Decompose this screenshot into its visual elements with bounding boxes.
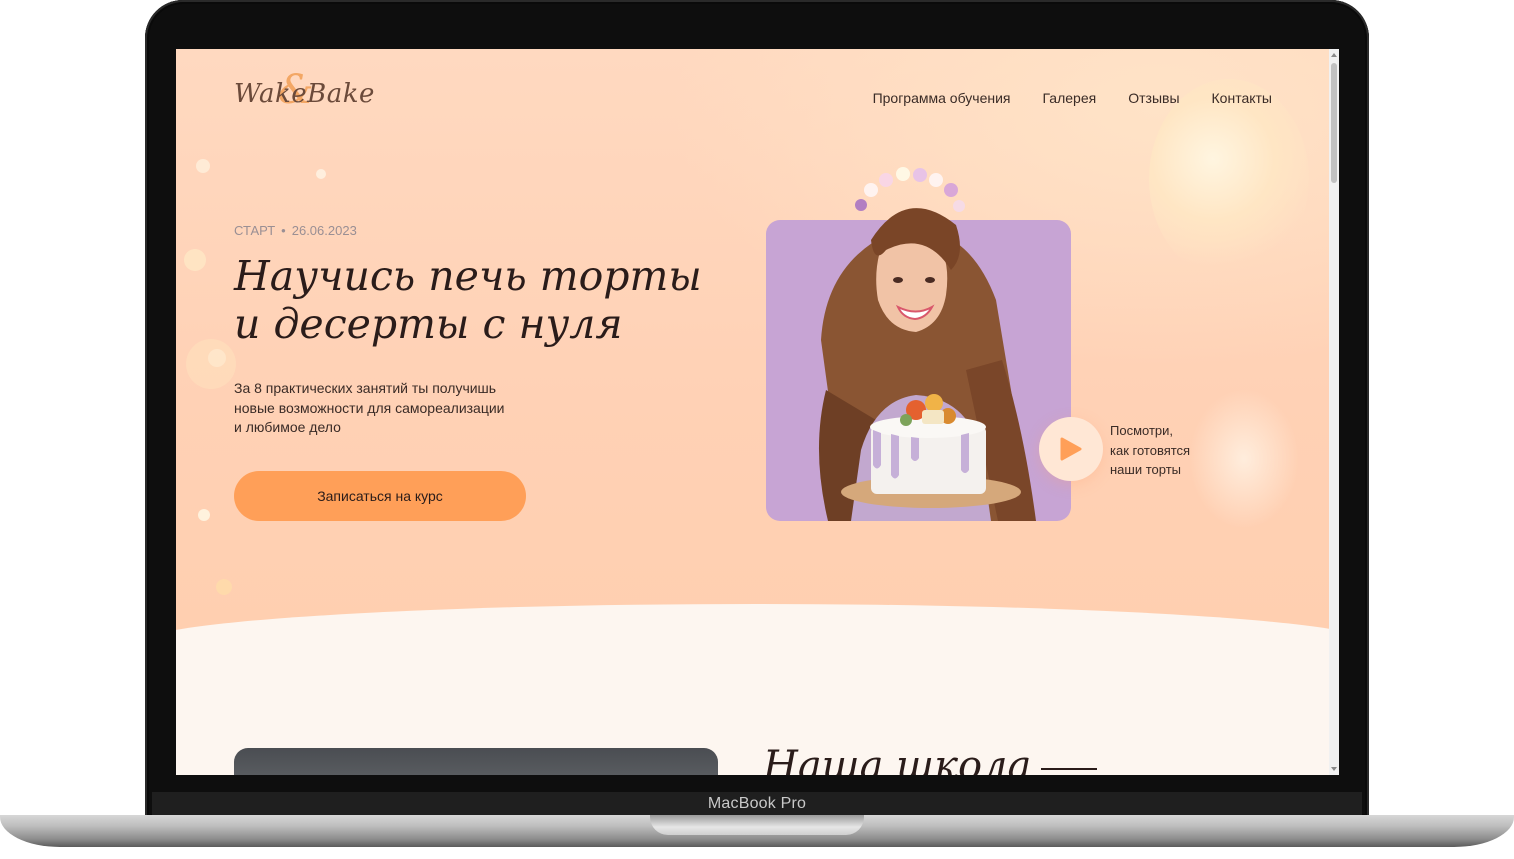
hero-headline-line2: и десерты с нуля <box>234 300 623 348</box>
start-label: СТАРТ <box>234 223 276 238</box>
start-separator: • <box>281 223 286 238</box>
bokeh-dot <box>186 339 236 389</box>
bokeh-dot <box>216 579 232 595</box>
page-scrollbar[interactable] <box>1329 49 1339 775</box>
scroll-down-arrow-icon[interactable] <box>1331 767 1337 771</box>
logo-word-wake: Wake <box>234 79 308 109</box>
school-section-title: Наша школа <box>763 743 1098 775</box>
nav-link-contacts[interactable]: Контакты <box>1212 90 1272 106</box>
hero-section: & WakeBake Программа обучения Галерея От… <box>176 49 1339 775</box>
school-section-photo <box>234 748 718 775</box>
device-brand-label: MacBook Pro <box>707 795 807 812</box>
hero-subtext-line2: новые возможности для самореализации <box>234 399 505 416</box>
logo-word-bake: Bake <box>307 79 375 109</box>
hero-headline: Научись печь торты и десерты с нуля <box>234 252 734 348</box>
nav-link-program[interactable]: Программа обучения <box>873 90 1011 106</box>
hero-subtext-line1: За 8 практических занятий ты получишь <box>234 380 497 396</box>
hero-subtext-line3: и любимое дело <box>234 419 341 435</box>
title-underline <box>1041 768 1098 770</box>
bokeh-dot <box>316 169 326 179</box>
nav-link-reviews[interactable]: Отзывы <box>1128 90 1179 106</box>
bokeh-dot <box>198 509 210 521</box>
video-caption-line3: наши торты <box>1110 462 1181 477</box>
browser-viewport: & WakeBake Программа обучения Галерея От… <box>176 49 1339 775</box>
hero-photo-card <box>766 167 1071 521</box>
play-icon <box>1060 437 1082 461</box>
laptop-notch <box>650 815 864 835</box>
hero-headline-line1: Научись печь торты <box>234 252 702 300</box>
nav-link-gallery[interactable]: Галерея <box>1043 90 1097 106</box>
bokeh-dot <box>184 249 206 271</box>
scroll-thumb[interactable] <box>1331 63 1337 183</box>
scroll-up-arrow-icon[interactable] <box>1331 53 1337 57</box>
video-caption-line1: Посмотри, <box>1110 423 1174 438</box>
start-date: 26.06.2023 <box>291 223 357 238</box>
video-caption: Посмотри, как готовятся наши торты <box>1110 421 1220 480</box>
video-play-button[interactable] <box>1039 417 1103 481</box>
main-nav: Программа обучения Галерея Отзывы Контак… <box>873 90 1272 106</box>
bokeh-dot <box>196 159 210 173</box>
enroll-button[interactable]: Записаться на курс <box>234 471 526 521</box>
course-start-info: СТАРТ • 26.06.2023 <box>234 223 357 238</box>
school-section-title-text: Наша школа <box>763 743 1032 775</box>
site-logo[interactable]: & WakeBake <box>234 67 375 119</box>
hero-photo-girl-with-cake <box>818 167 1036 521</box>
hero-subtext: За 8 практических занятий ты получишь но… <box>234 379 544 438</box>
video-caption-line2: как готовятся <box>1110 442 1191 458</box>
hero-decoration-meringue <box>1149 79 1309 279</box>
